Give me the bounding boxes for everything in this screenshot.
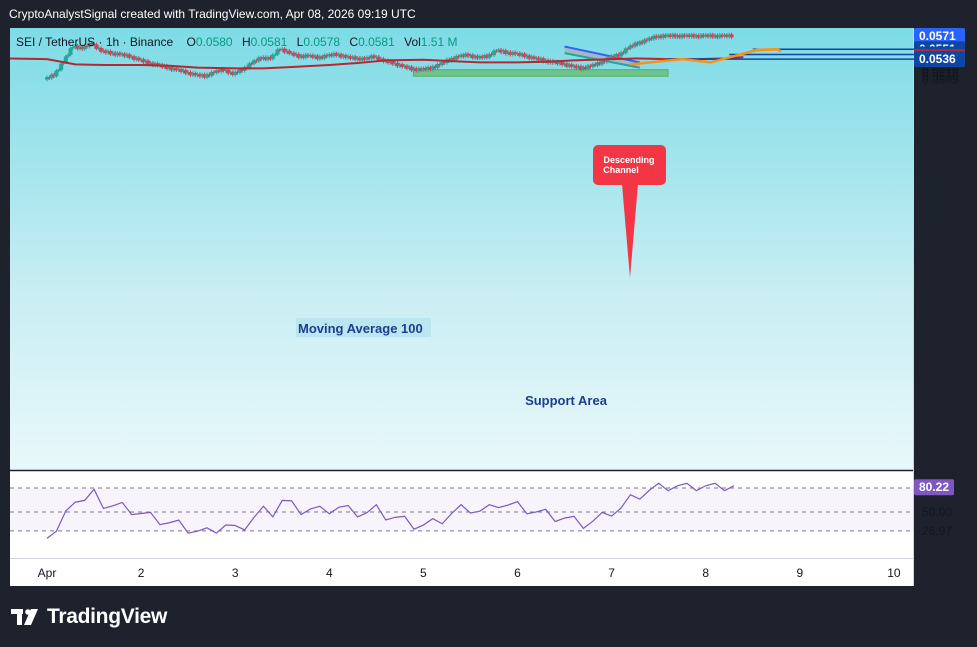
candle-body	[66, 54, 71, 57]
legend-h-value: 0.0581	[251, 35, 288, 49]
time-axis-label: 2	[138, 566, 145, 580]
time-axis-label: 4	[326, 566, 333, 580]
legend-l-value: 0.0578	[303, 35, 340, 49]
price-scale[interactable]: 0.05650.05600.05550.05500.05450.05400.05…	[914, 28, 977, 586]
top-bar: CryptoAnalystSignal created with Trading…	[0, 0, 977, 28]
legend-h-label: H	[242, 35, 251, 49]
time-axis-layer: Apr 2 3 4 5 6 7 8 9 10	[38, 566, 901, 580]
price-pane-background	[10, 28, 914, 470]
support-area-rect	[412, 69, 669, 77]
rsi-tick-label: 50.00	[922, 505, 952, 519]
ma-label[interactable]: Moving Average 100	[298, 321, 423, 336]
channel-label-line1: Descending	[603, 155, 654, 165]
legend-vol-label: Vol	[404, 35, 421, 49]
rsi-ticks: 79.2550.0026.9780.22	[914, 479, 954, 538]
price-badges: 0.05710.05510.05430.05390.0536	[914, 28, 965, 68]
tradingview-mark-icon	[11, 607, 41, 627]
candle-body	[59, 63, 64, 70]
price-badge-label: 0.0571	[919, 29, 956, 43]
time-axis-label: 9	[796, 566, 803, 580]
price-tick-label: 0.0505	[922, 73, 959, 87]
time-axis-label: 6	[514, 566, 521, 580]
rsi-badge-label: 80.22	[919, 480, 949, 494]
legend-c-value: 0.0581	[358, 35, 395, 49]
legend-c-label: C	[349, 35, 358, 49]
legend-o-value: 0.0580	[196, 35, 233, 49]
legend-o-label: O	[187, 35, 196, 49]
candle-body	[68, 48, 73, 55]
time-axis-label: 5	[420, 566, 427, 580]
support-label[interactable]: Support Area	[525, 393, 608, 408]
rsi-band	[10, 488, 914, 531]
channel-label-line2: Channel	[603, 165, 639, 175]
candle-body	[273, 54, 278, 56]
time-axis-label: 3	[232, 566, 239, 580]
rsi-tick-label: 26.97	[922, 524, 952, 538]
time-axis-label: Apr	[38, 566, 57, 580]
attribution-text: CryptoAnalystSignal created with Trading…	[9, 7, 416, 21]
legend-vol-value: 1.51 M	[421, 35, 458, 49]
price-badge-label: 0.0536	[919, 52, 956, 66]
candle-body	[56, 69, 61, 71]
time-axis-label: 10	[887, 566, 901, 580]
brand-name: TradingView	[47, 605, 168, 628]
tradingview-logo[interactable]: TradingView	[11, 605, 167, 629]
candle-body	[54, 70, 59, 77]
time-axis-label: 8	[702, 566, 709, 580]
candle-body	[729, 34, 734, 38]
time-axis-label: 7	[608, 566, 615, 580]
chart-frame[interactable]: Apr 2 3 4 5 6 7 8 9 10 SEI / TetherUS · 1h · Bina…	[10, 28, 914, 586]
chart-svg[interactable]: Apr 2 3 4 5 6 7 8 9 10 SEI / TetherUS · 1h · Bina…	[10, 28, 914, 586]
rsi-layer	[10, 482, 914, 539]
support-layer	[412, 69, 669, 77]
legend-symbol: SEI / TetherUS · 1h · Binance	[16, 35, 174, 49]
